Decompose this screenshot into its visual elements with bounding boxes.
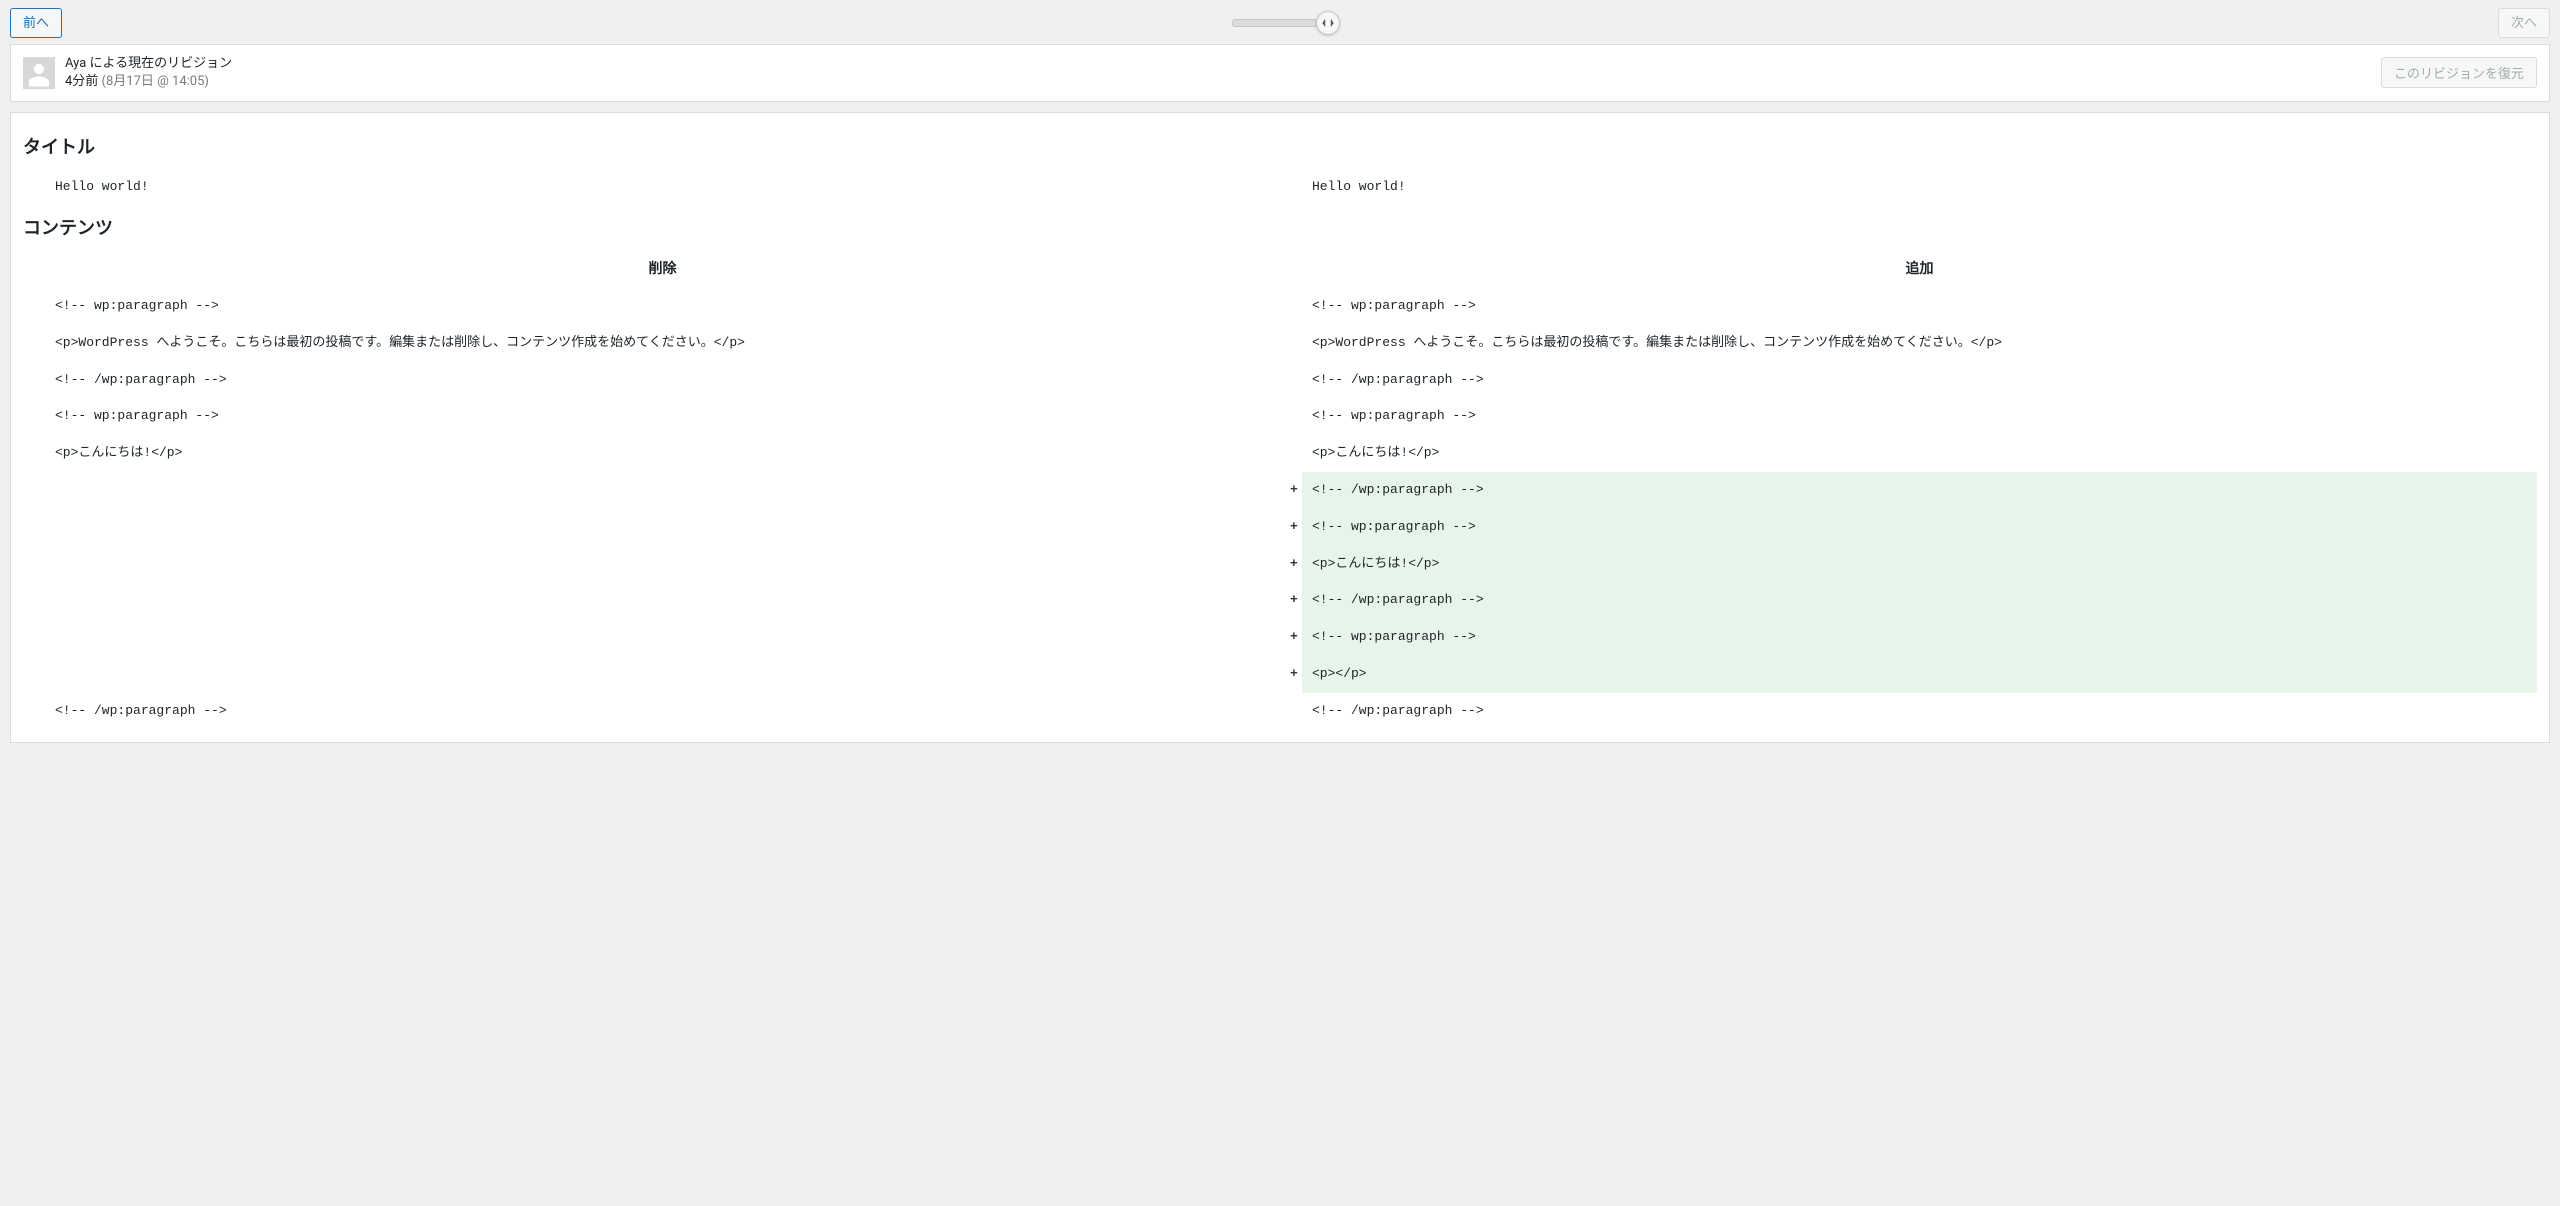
diff-right-cell: <p>こんにちは!</p>: [1302, 435, 2537, 472]
diff-marker: +: [1280, 546, 1302, 583]
diff-marker: [23, 656, 45, 693]
diff-marker: [1280, 435, 1302, 472]
diff-marker: [23, 546, 45, 583]
diff-right-cell: <!-- wp:paragraph -->: [1302, 288, 2537, 325]
diff-left-cell: [45, 546, 1280, 583]
diff-row: +<!-- /wp:paragraph -->: [23, 472, 2537, 509]
diff-right-cell: <!-- /wp:paragraph -->: [1302, 472, 2537, 509]
diff-marker: [23, 619, 45, 656]
time-ago: 4分前: [65, 74, 98, 89]
diff-marker: +: [1280, 656, 1302, 693]
diff-right-cell: <!-- /wp:paragraph -->: [1302, 582, 2537, 619]
diff-left-cell: <!-- /wp:paragraph -->: [45, 693, 1280, 730]
slider-handle[interactable]: [1316, 11, 1340, 35]
diff-right-cell: <!-- wp:paragraph -->: [1302, 509, 2537, 546]
diff-marker: [1280, 325, 1302, 362]
diff-row: +<p></p>: [23, 656, 2537, 693]
diff-row: <!-- wp:paragraph --> <!-- wp:paragraph -…: [23, 288, 2537, 325]
slider-track: [1232, 19, 1328, 27]
diff-left-cell: <!-- wp:paragraph -->: [45, 398, 1280, 435]
diff-right-cell: <!-- /wp:paragraph -->: [1302, 362, 2537, 399]
diff-marker: [23, 509, 45, 546]
diff-right-cell: <p>WordPress へようこそ。こちらは最初の投稿です。編集または削除し、…: [1302, 325, 2537, 362]
diff-marker: [1280, 288, 1302, 325]
diff-marker: [23, 362, 45, 399]
prev-button[interactable]: 前へ: [10, 8, 62, 38]
title-section-heading: タイトル: [23, 133, 2537, 159]
diff-right-cell: <!-- wp:paragraph -->: [1302, 398, 2537, 435]
revision-slider[interactable]: [1232, 19, 1328, 27]
diff-left-cell: [45, 472, 1280, 509]
diff-row: +<!-- wp:paragraph -->: [23, 509, 2537, 546]
drag-horizontal-icon: [1321, 16, 1335, 30]
diff-row: <!-- wp:paragraph --> <!-- wp:paragraph -…: [23, 398, 2537, 435]
diff-right-cell: <p></p>: [1302, 656, 2537, 693]
diff-marker: [1280, 169, 1302, 206]
diff-marker: [23, 693, 45, 730]
diff-marker: [1280, 362, 1302, 399]
revision-meta-left: Aya による現在のリビジョン 4分前 (8月17日 @ 14:05): [23, 55, 232, 91]
diff-row: <!-- /wp:paragraph --> <!-- /wp:paragraph…: [23, 693, 2537, 730]
revision-meta-text: Aya による現在のリビジョン 4分前 (8月17日 @ 14:05): [65, 55, 232, 91]
diff-header-row: 削除 追加: [23, 250, 2537, 288]
diff-row: <p>こんにちは!</p> <p>こんにちは!</p>: [23, 435, 2537, 472]
restore-button[interactable]: このリビジョンを復元: [2381, 57, 2537, 88]
diff-marker: +: [1280, 472, 1302, 509]
time-paren: (8月17日 @ 14:05): [102, 74, 209, 89]
diff-marker: +: [1280, 509, 1302, 546]
avatar: [23, 57, 55, 89]
diff-row: +<!-- /wp:paragraph -->: [23, 582, 2537, 619]
diff-marker: [23, 398, 45, 435]
deleted-header: 削除: [45, 250, 1280, 288]
diff-panel: タイトル Hello world! Hello world! コンテンツ 削除 …: [10, 112, 2550, 743]
diff-marker: [23, 288, 45, 325]
diff-left-cell: [45, 619, 1280, 656]
title-right: Hello world!: [1302, 169, 2537, 206]
diff-left-cell: [45, 656, 1280, 693]
time-line: 4分前 (8月17日 @ 14:05): [65, 73, 232, 91]
diff-marker: +: [1280, 582, 1302, 619]
next-button[interactable]: 次へ: [2498, 8, 2550, 38]
diff-marker: [23, 325, 45, 362]
added-header: 追加: [1302, 250, 2537, 288]
diff-marker: [23, 435, 45, 472]
diff-marker: [23, 169, 45, 206]
diff-marker: [1280, 693, 1302, 730]
diff-left-cell: <p>WordPress へようこそ。こちらは最初の投稿です。編集または削除し、…: [45, 325, 1280, 362]
diff-left-cell: <!-- /wp:paragraph -->: [45, 362, 1280, 399]
revision-nav: 前へ 次へ: [0, 0, 2560, 44]
diff-right-cell: <!-- wp:paragraph -->: [1302, 619, 2537, 656]
diff-right-cell: <!-- /wp:paragraph -->: [1302, 693, 2537, 730]
diff-marker: [23, 472, 45, 509]
diff-left-cell: <!-- wp:paragraph -->: [45, 288, 1280, 325]
title-diff-row: Hello world! Hello world!: [23, 169, 2537, 206]
diff-row: <!-- /wp:paragraph --> <!-- /wp:paragraph…: [23, 362, 2537, 399]
diff-marker: [1280, 398, 1302, 435]
content-section-heading: コンテンツ: [23, 214, 2537, 240]
diff-row: +<!-- wp:paragraph -->: [23, 619, 2537, 656]
diff-left-cell: <p>こんにちは!</p>: [45, 435, 1280, 472]
title-diff-table: Hello world! Hello world!: [23, 169, 2537, 206]
author-line: Aya による現在のリビジョン: [65, 55, 232, 73]
revision-meta-bar: Aya による現在のリビジョン 4分前 (8月17日 @ 14:05) このリビ…: [10, 44, 2550, 102]
user-silhouette-icon: [24, 59, 54, 89]
diff-row: +<p>こんにちは!</p>: [23, 546, 2537, 583]
content-diff-table: 削除 追加 <!-- wp:paragraph --><!-- wp:parag…: [23, 250, 2537, 730]
diff-right-cell: <p>こんにちは!</p>: [1302, 546, 2537, 583]
title-left: Hello world!: [45, 169, 1280, 206]
diff-marker: [23, 582, 45, 619]
diff-left-cell: [45, 509, 1280, 546]
diff-left-cell: [45, 582, 1280, 619]
diff-row: <p>WordPress へようこそ。こちらは最初の投稿です。編集または削除し、…: [23, 325, 2537, 362]
diff-marker: +: [1280, 619, 1302, 656]
